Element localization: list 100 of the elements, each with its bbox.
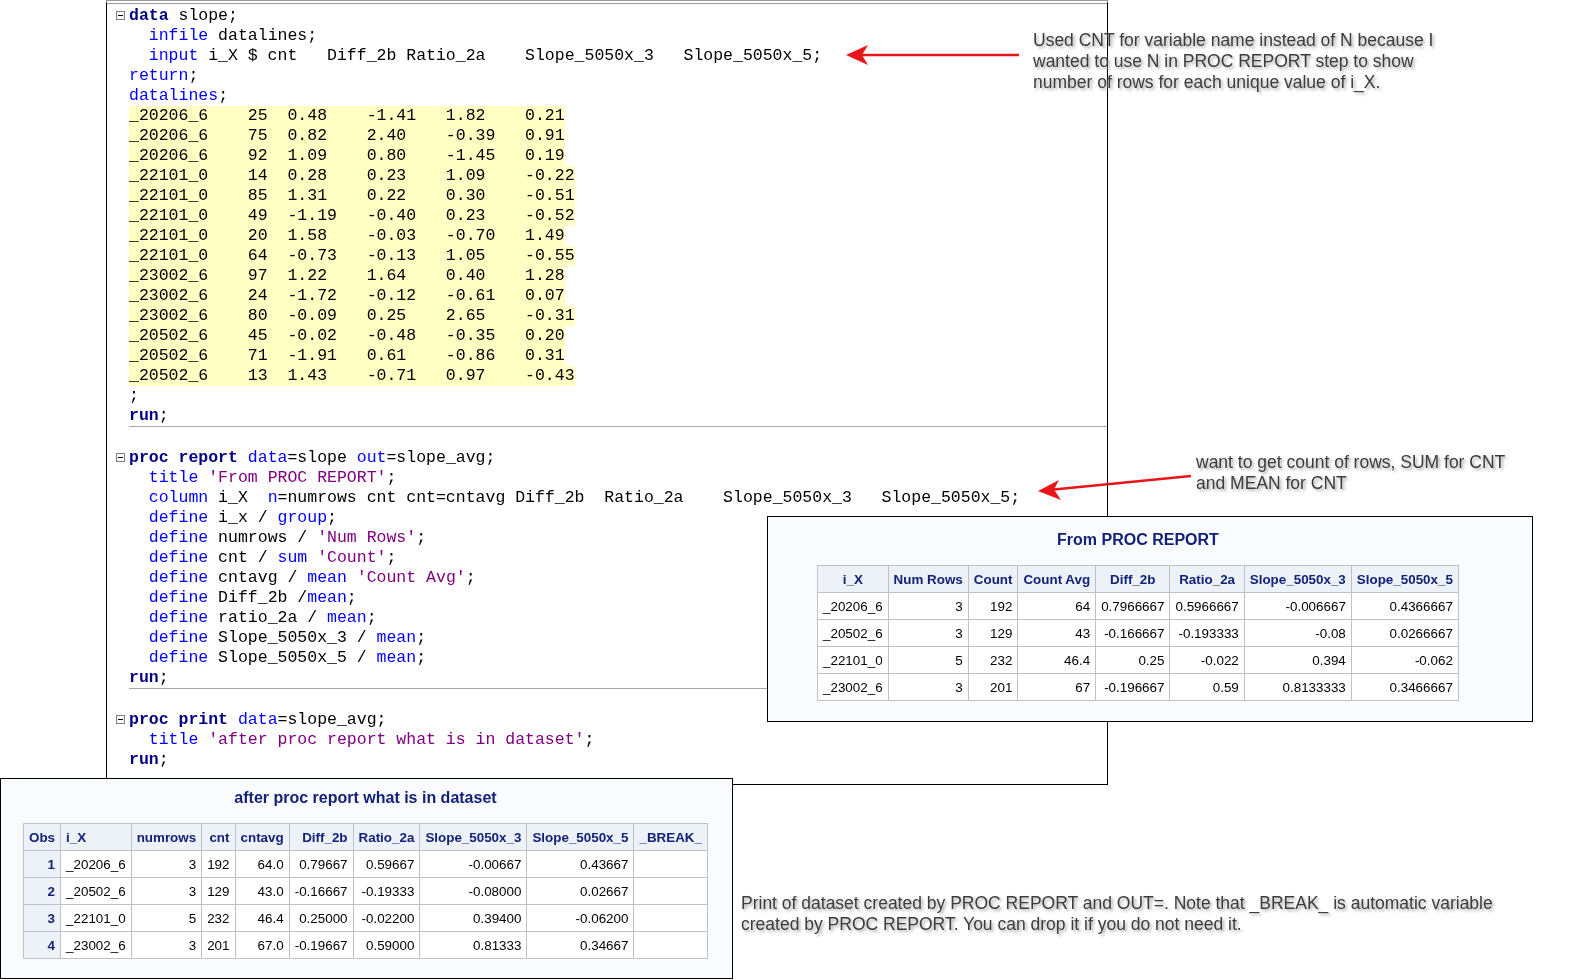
code-line: column i_X n=numrows cnt cnt=cntavg Diff_2b Ratio_2a Slope_5050x_3 Slope_5050x_5; (147, 488, 1021, 507)
table-cell: 43 (1017, 619, 1096, 647)
column-header: numrows (131, 823, 202, 851)
table-cell: 0.0266667 (1351, 619, 1459, 647)
table-cell: 67 (1017, 673, 1096, 701)
table-cell: 201 (968, 673, 1018, 701)
table-cell: -0.19333 (353, 877, 420, 905)
table-cell: 0.43667 (526, 850, 634, 878)
annotation-text: want to get count of rows, SUM for CNT and MEAN for CNT (1196, 452, 1506, 494)
table-cell: 3 (888, 592, 969, 620)
row-header: 1 (23, 850, 61, 878)
table-cell: 0.79667 (289, 850, 354, 878)
column-header: Obs (23, 823, 61, 851)
column-header: Ratio_2a (353, 823, 420, 851)
table-cell: -0.193333 (1169, 619, 1245, 647)
code-line: define cnt / sum 'Count'; (147, 548, 397, 567)
table-cell: 0.8133333 (1244, 673, 1352, 701)
table-cell: 129 (201, 877, 235, 905)
table-cell: 0.5966667 (1169, 592, 1245, 620)
table-cell: 0.59000 (353, 931, 420, 959)
table-cell: 232 (968, 646, 1018, 674)
table-cell: 0.81333 (419, 931, 527, 959)
table-title: after proc report what is in dataset (234, 788, 497, 807)
column-header: Num Rows (888, 565, 969, 593)
table-cell: 64 (1017, 592, 1096, 620)
table-cell: 0.4366667 (1351, 592, 1459, 620)
code-line: define ratio_2a / mean; (147, 608, 377, 627)
table-cell: _20502_6 (817, 619, 889, 647)
table-cell: 0.39400 (419, 904, 527, 932)
column-header: Ratio_2a (1169, 565, 1245, 593)
table-cell: -0.16667 (289, 877, 354, 905)
code-line: return; (129, 66, 199, 85)
table-cell: _23002_6 (817, 673, 889, 701)
table-cell: 3 (888, 619, 969, 647)
code-line: run; (129, 668, 169, 687)
code-line: infile datalines; (147, 26, 318, 45)
column-header: cntavg (235, 823, 290, 851)
collapse-icon[interactable] (116, 453, 125, 462)
table-cell: 0.3466667 (1351, 673, 1459, 701)
table-cell: 0.02667 (526, 877, 634, 905)
code-line: title 'after proc report what is in dataset'; (147, 730, 595, 749)
code-line: ; (129, 386, 139, 405)
code-line: define i_x / group; (147, 508, 337, 527)
table-cell: -0.196667 (1095, 673, 1170, 701)
row-header: 2 (23, 877, 61, 905)
table-cell: 3 (131, 850, 202, 878)
table-cell: -0.022 (1169, 646, 1245, 674)
table-cell: 0.34667 (526, 931, 634, 959)
code-line: define Diff_2b /mean; (147, 588, 357, 607)
table-cell: 64.0 (235, 850, 290, 878)
column-header: Diff_2b (1095, 565, 1170, 593)
table-cell: -0.06200 (526, 904, 634, 932)
table-cell: 3 (131, 931, 202, 959)
column-header: i_X (60, 823, 132, 851)
code-line: run; (129, 750, 169, 769)
collapse-icon[interactable] (116, 715, 125, 724)
table-cell: 3 (888, 673, 969, 701)
table-cell: -0.08 (1244, 619, 1352, 647)
table-cell: 0.59667 (353, 850, 420, 878)
table-cell: -0.08000 (419, 877, 527, 905)
table-cell: 0.25 (1095, 646, 1170, 674)
table-cell: 46.4 (235, 904, 290, 932)
table-cell: 0.394 (1244, 646, 1352, 674)
code-line: run; (129, 406, 169, 425)
table-cell: 46.4 (1017, 646, 1096, 674)
table-cell: 232 (201, 904, 235, 932)
table-cell: 201 (201, 931, 235, 959)
column-header: Slope_5050x_3 (419, 823, 527, 851)
table-cell: 3 (131, 877, 202, 905)
annotation-text: Print of dataset created by PROC REPORT and OUT=. Note that _BREAK_ is automatic variable created by PROC REPORT. You can drop it if you do not need it. (741, 893, 1493, 935)
code-line: title 'From PROC REPORT'; (147, 468, 397, 487)
column-header: cnt (201, 823, 235, 851)
table-cell: -0.02200 (353, 904, 420, 932)
collapse-icon[interactable] (116, 11, 125, 20)
row-header: 3 (23, 904, 61, 932)
table-cell: -0.062 (1351, 646, 1459, 674)
table-cell: 0.25000 (289, 904, 354, 932)
table-cell: _20206_6 (817, 592, 889, 620)
table-cell: 0.59 (1169, 673, 1245, 701)
code-line: define cntavg / mean 'Count Avg'; (147, 568, 476, 587)
code-line: datalines; (129, 86, 229, 105)
row-header: 4 (23, 931, 61, 959)
table-cell: _20502_6 (60, 877, 132, 905)
column-header: Diff_2b (289, 823, 354, 851)
code-line: data slope; (129, 6, 238, 25)
column-header: i_X (817, 565, 889, 593)
column-header: Slope_5050x_5 (526, 823, 634, 851)
table-cell: 5 (888, 646, 969, 674)
table-cell: 192 (201, 850, 235, 878)
column-header: Count Avg (1017, 565, 1096, 593)
code-line: define Slope_5050x_3 / mean; (147, 628, 427, 647)
column-header: Slope_5050x_5 (1351, 565, 1459, 593)
table-cell: 129 (968, 619, 1018, 647)
table-cell: -0.00667 (419, 850, 527, 878)
table-cell: -0.19667 (289, 931, 354, 959)
table-cell: 192 (968, 592, 1018, 620)
column-header: Count (968, 565, 1018, 593)
code-line: define numrows / 'Num Rows'; (147, 528, 427, 547)
table-cell: _22101_0 (817, 646, 889, 674)
table-cell: _20206_6 (60, 850, 132, 878)
